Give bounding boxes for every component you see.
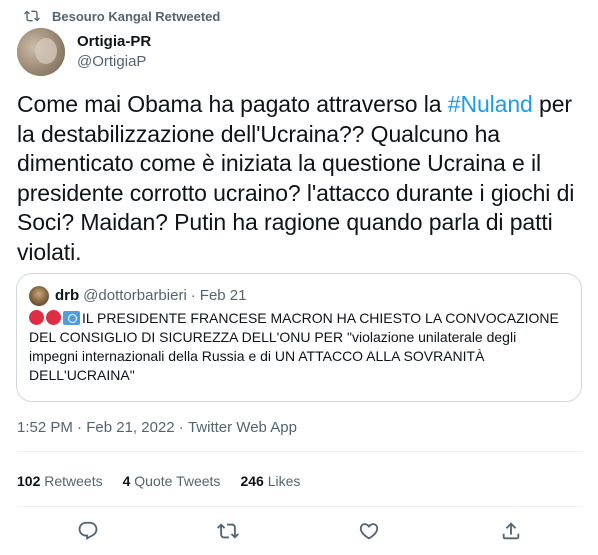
divider: [17, 506, 583, 507]
retweet-icon: [24, 8, 40, 24]
retweet-banner[interactable]: Besouro Kangal Retweeted: [24, 6, 220, 26]
quote-tweets-label: Quote Tweets: [134, 473, 221, 489]
avatar[interactable]: [17, 28, 65, 76]
quote-text-body: IL PRESIDENTE FRANCESE MACRON HA CHIESTO…: [29, 310, 559, 383]
share-icon: [502, 522, 520, 540]
retweets-stat[interactable]: 102 Retweets: [17, 471, 103, 491]
likes-label: Likes: [267, 473, 301, 489]
red-circle-icon: [29, 310, 44, 325]
quote-date: Feb 21: [199, 287, 247, 304]
quote-author-handle: @dottorbarbieri: [83, 287, 187, 304]
likes-stat[interactable]: 246 Likes: [240, 471, 300, 491]
reply-button[interactable]: [75, 518, 101, 544]
quote-tweets-count: 4: [122, 473, 131, 489]
un-flag-icon: [63, 311, 80, 325]
quote-tweet-card[interactable]: drb @dottorbarbieri · Feb 21 IL PRESIDEN…: [16, 273, 582, 402]
likes-count: 246: [240, 473, 264, 489]
retweet-icon: [217, 523, 239, 539]
author-handle[interactable]: @OrtigiaP: [77, 52, 151, 72]
timestamp-separator: ·: [174, 419, 188, 436]
like-icon: [359, 523, 379, 540]
tweet-time[interactable]: 1:52 PM: [17, 418, 73, 438]
reply-icon: [78, 521, 98, 540]
author-names: Ortigia-PR @OrtigiaP: [77, 32, 151, 72]
quote-header: drb @dottorbarbieri · Feb 21: [29, 286, 569, 306]
retweets-label: Retweets: [44, 473, 103, 489]
tweet-text-end: per la destabilizzazione dell'Ucraina?? …: [17, 91, 575, 265]
share-button[interactable]: [498, 518, 524, 544]
timestamp-separator: ·: [72, 419, 87, 436]
action-bar: [17, 512, 583, 550]
red-circle-icon: [46, 310, 61, 325]
like-button[interactable]: [356, 518, 382, 544]
retweet-banner-text: Besouro Kangal Retweeted: [52, 8, 221, 24]
quote-separator: ·: [190, 287, 196, 304]
tweet-text-start: Come mai Obama ha pagato attraverso la: [17, 91, 448, 117]
hashtag-link[interactable]: #Nuland: [448, 91, 533, 117]
retweets-count: 102: [17, 473, 41, 489]
tweet-source[interactable]: Twitter Web App: [188, 418, 297, 438]
tweet-timestamp: 1:52 PM · Feb 21, 2022 · Twitter Web App: [17, 418, 297, 438]
retweet-button[interactable]: [215, 518, 241, 544]
tweet-text: Come mai Obama ha pagato attraverso la #…: [17, 90, 583, 267]
tweet-date[interactable]: Feb 21, 2022: [86, 418, 174, 438]
tweet-author: Ortigia-PR @OrtigiaP: [17, 28, 151, 76]
quote-avatar: [29, 286, 49, 306]
tweet-stats: 102 Retweets 4 Quote Tweets 246 Likes: [17, 471, 320, 491]
author-display-name[interactable]: Ortigia-PR: [77, 32, 151, 52]
avatar-figure: [35, 38, 57, 64]
divider: [17, 451, 583, 452]
quote-text: IL PRESIDENTE FRANCESE MACRON HA CHIESTO…: [29, 309, 569, 385]
quote-tweets-stat[interactable]: 4 Quote Tweets: [123, 471, 221, 491]
quote-author-name: drb: [55, 287, 80, 304]
